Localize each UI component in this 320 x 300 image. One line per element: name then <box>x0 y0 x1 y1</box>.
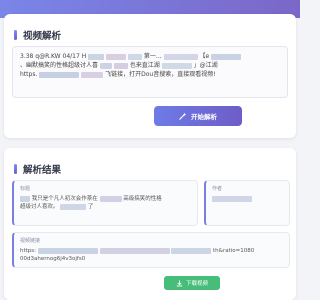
share-text-input[interactable]: 3.38 q@R.KW 04/17 H 第一... 【e 、幽默搞笑的性格超级讨… <box>12 46 288 98</box>
video-link-line-1: https: th&ratio=1080 <box>20 247 283 255</box>
share-text-line2-prefix: 、幽默搞笑的性格超级讨人喜 <box>20 62 99 69</box>
video-title-line-1: 我只是个凡人初次会作茶在 高级搞笑的性格 <box>20 195 191 203</box>
video-title-line-2: 超级讨人喜欢。 了 <box>20 203 191 211</box>
download-icon <box>176 279 183 286</box>
video-link-line-2: 00d3ahernog6j4v3ojfs0 <box>20 256 86 262</box>
blurred-text <box>37 247 98 254</box>
video-title-label: 标题 <box>20 186 31 192</box>
blurred-text <box>161 62 192 69</box>
result-card: 解析结果 标题 我只是个凡人初次会作茶在 高级搞笑的性格 超级讨人喜欢。 了 作… <box>4 148 296 300</box>
video-title-text-2-end: 了 <box>88 204 94 210</box>
blurred-text <box>113 62 128 69</box>
video-title-text-1-end: 高级搞笑的性格 <box>123 196 162 202</box>
blurred-text <box>127 53 142 60</box>
share-text-line1-prefix: 3.38 q@R.KW 04/17 H <box>20 53 87 60</box>
blurred-text <box>211 53 242 60</box>
wand-icon <box>179 112 187 120</box>
blurred-text <box>212 195 252 202</box>
blurred-text <box>99 195 122 202</box>
blurred-text <box>163 53 198 60</box>
start-parse-button[interactable]: 开始解析 <box>154 106 242 126</box>
blurred-text <box>88 53 105 60</box>
author-field[interactable]: 作者 <box>204 180 290 226</box>
share-text-line1-end: 【e <box>199 53 210 60</box>
share-text-line3-prefix: https. <box>20 71 38 78</box>
share-text-line2-mid: 也来直江湖 <box>129 62 160 69</box>
share-text-line3-end: 飞链接，打开Dou音搜索，直接观看视频! <box>105 71 216 78</box>
share-text-line-3: https. 飞链接，打开Dou音搜索，直接观看视频! <box>20 70 280 79</box>
author-label: 作者 <box>212 186 223 192</box>
parse-title-text: 视频解析 <box>23 31 62 42</box>
blurred-text <box>99 62 112 69</box>
start-parse-label: 开始解析 <box>191 113 217 121</box>
parse-section-title: 视频解析 <box>14 28 61 42</box>
video-link-end: th&ratio=1080 <box>213 248 255 254</box>
share-text-line-2: 、幽默搞笑的性格超级讨人喜 也来直江湖 」@江湖 <box>20 61 280 70</box>
parse-card: 视频解析 3.38 q@R.KW 04/17 H 第一... 【e 、幽默搞笑的… <box>4 14 296 138</box>
share-text-line2-end: 」@江湖 <box>193 62 218 69</box>
title-accent-bar <box>14 30 17 40</box>
title-accent-bar <box>14 164 17 174</box>
blurred-text <box>106 53 127 60</box>
blurred-text <box>81 71 104 78</box>
video-link-prefix: https: <box>20 248 37 254</box>
blurred-text <box>60 203 87 210</box>
result-section-title: 解析结果 <box>14 162 61 176</box>
video-title-text-2: 超级讨人喜欢。 <box>20 204 59 210</box>
download-video-button[interactable]: 下载视频 <box>164 276 220 290</box>
video-link-label: 视频链接 <box>20 238 41 244</box>
share-text-line1-mid: 第一... <box>143 53 162 60</box>
blurred-text <box>171 247 212 254</box>
share-text-line-1: 3.38 q@R.KW 04/17 H 第一... 【e <box>20 52 280 61</box>
blurred-text <box>39 71 80 78</box>
video-link-field[interactable]: 视频链接 https: th&ratio=1080 00d3ahernog6j4… <box>12 232 290 268</box>
blurred-text <box>20 195 30 202</box>
video-title-field[interactable]: 标题 我只是个凡人初次会作茶在 高级搞笑的性格 超级讨人喜欢。 了 <box>12 180 198 226</box>
blurred-text <box>99 247 170 254</box>
video-title-text-1: 我只是个凡人初次会作茶在 <box>31 196 98 202</box>
author-value <box>212 195 283 203</box>
download-video-label: 下载视频 <box>185 281 208 287</box>
result-title-text: 解析结果 <box>23 165 62 176</box>
